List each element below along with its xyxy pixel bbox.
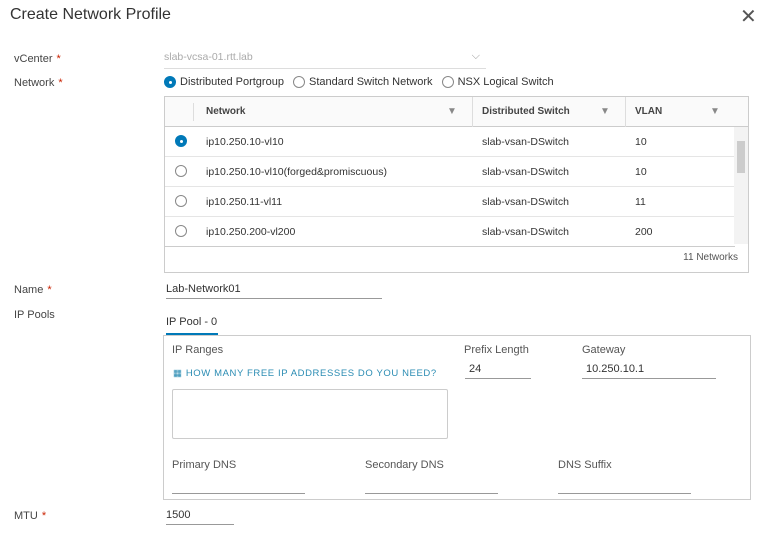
gateway-input[interactable]: 10.250.10.1	[582, 363, 716, 379]
column-distributed-switch[interactable]: Distributed Switch	[482, 106, 570, 117]
grid-header: Network ▼ Distributed Switch ▼ VLAN ▼	[165, 97, 748, 127]
prefix-length-input[interactable]: 24	[465, 363, 531, 379]
ip-pools-label: IP Pools	[14, 309, 55, 321]
prefix-length-label: Prefix Length	[464, 344, 529, 356]
vcenter-label: vCenter *	[14, 53, 61, 65]
name-input[interactable]: Lab-Network01	[166, 283, 382, 299]
mtu-input[interactable]: 1500	[166, 509, 234, 525]
close-icon[interactable]: ✕	[740, 4, 757, 29]
free-ip-link[interactable]: ▦ HOW MANY FREE IP ADDRESSES DO YOU NEED…	[173, 368, 437, 379]
network-label: Network *	[14, 77, 63, 89]
dialog-title: Create Network Profile	[10, 6, 171, 23]
network-count: 11 Networks	[683, 252, 738, 263]
gateway-label: Gateway	[582, 344, 626, 356]
secondary-dns-label: Secondary DNS	[365, 459, 444, 471]
radio-nsx-logical-switch[interactable]: NSX Logical Switch	[441, 76, 554, 89]
scrollbar[interactable]	[734, 127, 748, 244]
network-type-radio-group: Distributed Portgroup Standard Switch Ne…	[164, 76, 554, 89]
filter-icon[interactable]: ▼	[710, 106, 720, 117]
column-vlan[interactable]: VLAN	[635, 106, 662, 117]
tab-ip-pool-0[interactable]: IP Pool - 0	[166, 316, 218, 336]
vcenter-select[interactable]: slab-vcsa-01.rtt.lab ⌵	[164, 50, 486, 69]
filter-icon[interactable]: ▼	[447, 106, 457, 117]
network-grid: Network ▼ Distributed Switch ▼ VLAN ▼ ip…	[164, 96, 749, 273]
dns-suffix-label: DNS Suffix	[558, 459, 612, 471]
table-row[interactable]: ip10.250.10-vl10(forged&promiscuous) slab…	[165, 157, 735, 187]
table-row[interactable]: ip10.250.200-vl200 slab-vsan-DSwitch 200	[165, 217, 735, 247]
ip-ranges-textarea[interactable]	[172, 389, 448, 439]
primary-dns-input[interactable]	[172, 480, 305, 494]
secondary-dns-input[interactable]	[365, 480, 498, 494]
radio-distributed-portgroup[interactable]: Distributed Portgroup	[164, 76, 284, 89]
name-label: Name *	[14, 284, 52, 296]
column-network[interactable]: Network	[206, 106, 245, 117]
primary-dns-label: Primary DNS	[172, 459, 237, 471]
filter-icon[interactable]: ▼	[600, 106, 610, 117]
radio-standard-switch[interactable]: Standard Switch Network	[293, 76, 433, 89]
table-row[interactable]: ip10.250.11-vl11 slab-vsan-DSwitch 11	[165, 187, 735, 217]
chevron-down-icon: ⌵	[471, 50, 480, 62]
mtu-label: MTU *	[14, 510, 47, 522]
calculator-icon: ▦	[173, 368, 186, 379]
dns-suffix-input[interactable]	[558, 480, 691, 494]
ip-ranges-label: IP Ranges	[172, 344, 224, 356]
table-row[interactable]: ip10.250.10-vl10 slab-vsan-DSwitch 10	[165, 127, 735, 157]
